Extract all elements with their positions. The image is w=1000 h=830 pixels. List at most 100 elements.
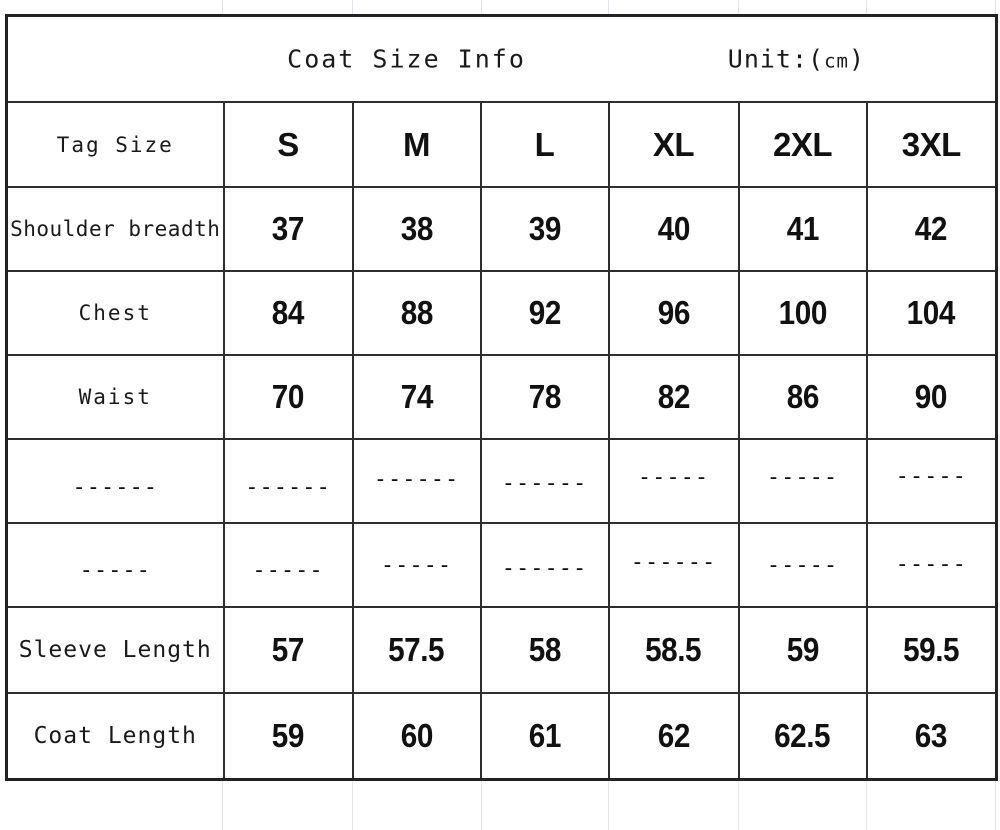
value-text: 90: [915, 378, 948, 415]
value-text: 62: [657, 717, 690, 754]
cell-blank2-s: -----: [222, 522, 354, 608]
cell-sleeve-l: 58: [479, 606, 610, 694]
value-text: 61: [528, 717, 561, 754]
cell-shoulder-xl: 40: [607, 186, 740, 272]
value-text: 88: [400, 294, 433, 331]
cell-blank1-3xl: -----: [865, 438, 998, 524]
size-header-cell-s: S: [222, 101, 354, 188]
cell-coat-l: 61: [479, 692, 610, 781]
cell-blank1-2xl: -----: [737, 438, 868, 524]
value-text: 92: [528, 294, 561, 331]
value-text: -----: [766, 464, 839, 490]
cell-blank1-s: ------: [222, 438, 354, 524]
row-label-cell: Chest: [5, 270, 225, 356]
value-text: 84: [271, 294, 305, 331]
value-text: 78: [528, 378, 561, 415]
value-text: ------: [373, 466, 460, 492]
unit-suffix: ): [848, 44, 866, 74]
row-label-cell: Waist: [5, 354, 225, 440]
cell-shoulder-m: 38: [351, 186, 482, 272]
cell-waist-s: 70: [222, 354, 354, 440]
value-text: ------: [501, 555, 588, 581]
row-label-cell: ------: [5, 438, 225, 524]
row-label-coat-length: Coat Length: [33, 723, 197, 749]
cell-coat-2xl: 62.5: [737, 692, 868, 781]
size-label-3xl: 3XL: [901, 125, 962, 163]
table-row-blank-1: ------ ------ ------ ------ ----- ----- …: [5, 438, 998, 524]
cell-blank2-l: ------: [479, 522, 610, 608]
value-text: 59.5: [903, 631, 960, 668]
value-text: 40: [657, 210, 690, 247]
value-text: -----: [895, 551, 967, 577]
size-header-cell-xl: XL: [607, 101, 740, 188]
row-label-shoulder-breadth: Shoulder breadth: [10, 217, 221, 241]
value-text: -----: [252, 557, 324, 583]
cell-shoulder-3xl: 42: [865, 186, 998, 272]
value-text: -----: [895, 463, 967, 489]
cell-blank2-xl: ------: [607, 522, 740, 608]
unit-value: cm: [824, 50, 849, 73]
cell-coat-m: 60: [351, 692, 482, 781]
row-label-blank: -----: [79, 557, 151, 583]
unit-label: Unit:(cm): [728, 45, 865, 74]
value-text: 82: [657, 378, 690, 415]
table-row-waist: Waist 70 74 78 82 86 90: [5, 354, 998, 440]
value-text: 37: [271, 210, 305, 247]
value-text: ------: [630, 549, 717, 575]
row-label-cell: Sleeve Length: [5, 606, 225, 694]
value-text: -----: [766, 552, 839, 578]
cell-waist-l: 78: [479, 354, 610, 440]
cell-chest-l: 92: [479, 270, 610, 356]
value-text: ------: [501, 470, 588, 496]
value-text: 60: [400, 717, 433, 754]
tag-size-label: Tag Size: [56, 132, 174, 157]
cell-chest-xl: 96: [607, 270, 740, 356]
size-label-m: M: [403, 125, 431, 163]
value-text: 70: [271, 378, 305, 415]
size-label-xl: XL: [652, 125, 695, 163]
table-row-blank-2: ----- ----- ----- ------ ------ ----- --…: [5, 522, 998, 608]
value-text: ------: [245, 474, 331, 500]
cell-sleeve-3xl: 59.5: [865, 606, 998, 694]
size-label-l: L: [534, 125, 555, 163]
size-header-row: Tag Size S M L XL 2XL 3XL: [5, 101, 998, 188]
cell-waist-2xl: 86: [737, 354, 868, 440]
cell-blank1-l: ------: [479, 438, 610, 524]
cell-shoulder-l: 39: [479, 186, 610, 272]
value-text: 42: [915, 210, 948, 247]
value-text: 62.5: [774, 717, 831, 754]
cell-chest-s: 84: [222, 270, 354, 356]
coat-size-table: Coat Size Info Unit:(cm) Tag Size S M L …: [5, 14, 999, 781]
cell-coat-s: 59: [222, 692, 354, 781]
cell-blank2-m: -----: [351, 522, 482, 608]
size-label-2xl: 2XL: [772, 125, 833, 163]
value-text: 58.5: [645, 631, 702, 668]
row-label-waist: Waist: [78, 385, 152, 409]
cell-waist-m: 74: [351, 354, 482, 440]
value-text: 86: [786, 378, 819, 415]
value-text: 63: [915, 717, 948, 754]
value-text: -----: [637, 464, 710, 490]
value-text: 58: [528, 631, 561, 668]
value-text: 39: [528, 210, 561, 247]
size-header-cell-l: L: [479, 101, 610, 188]
size-header-cell-m: M: [351, 101, 482, 188]
cell-sleeve-2xl: 59: [737, 606, 868, 694]
row-label-cell: Shoulder breadth: [5, 186, 225, 272]
row-label-sleeve-length: Sleeve Length: [18, 637, 212, 663]
size-header-cell-3xl: 3XL: [865, 101, 998, 188]
cell-blank2-3xl: -----: [865, 522, 998, 608]
value-text: 57: [271, 631, 305, 668]
value-text: 41: [786, 210, 819, 247]
size-label-s: S: [277, 125, 299, 163]
cell-blank2-2xl: -----: [737, 522, 868, 608]
value-text: -----: [380, 552, 453, 578]
value-text: 74: [400, 378, 433, 415]
table-row-sleeve-length: Sleeve Length 57 57.5 58 58.5 59 59.5: [5, 606, 998, 694]
table-title-row: Coat Size Info Unit:(cm): [5, 14, 998, 103]
cell-shoulder-s: 37: [222, 186, 354, 272]
value-text: 96: [657, 294, 690, 331]
table-row-coat-length: Coat Length 59 60 61 62 62.5 63: [5, 692, 998, 781]
value-text: 100: [778, 294, 827, 331]
size-chart-container: Coat Size Info Unit:(cm) Tag Size S M L …: [5, 14, 999, 781]
